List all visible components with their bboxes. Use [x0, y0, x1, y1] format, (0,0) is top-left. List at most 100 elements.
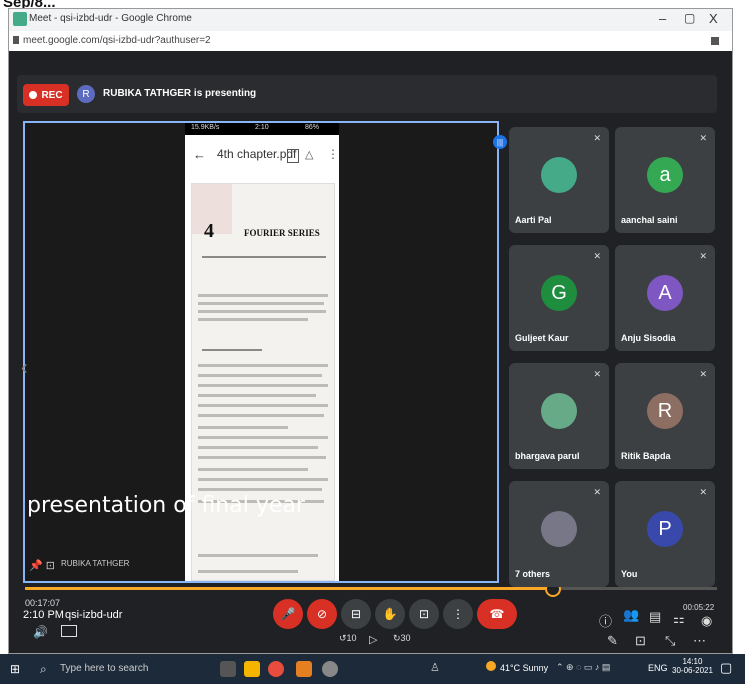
participant-tile[interactable]: ✕ Aarti Pal: [509, 127, 609, 233]
pin-icon[interactable]: 📌 ⊡: [29, 559, 55, 572]
participant-tile[interactable]: ✕ a aanchal saini: [615, 127, 715, 233]
mic-muted-icon: ✕: [593, 251, 601, 261]
office-icon[interactable]: [296, 661, 312, 677]
chapter-title: FOURIER SERIES: [244, 228, 320, 238]
participant-tile[interactable]: ✕ A Anju Sisodia: [615, 245, 715, 351]
mic-muted-icon: ✕: [699, 369, 707, 379]
speaking-indicator-icon: |||: [493, 135, 507, 149]
cast-icon[interactable]: [711, 37, 719, 45]
present-button[interactable]: ⊡: [409, 599, 439, 629]
video-progress-bar[interactable]: [25, 581, 717, 597]
person-icon[interactable]: ♙: [430, 661, 440, 674]
maximize-button[interactable]: ▢: [684, 11, 695, 25]
chat-icon[interactable]: ▤: [649, 609, 661, 625]
phone-time: 2:10: [255, 124, 269, 131]
top-strip: [0, 0, 745, 8]
mic-muted-icon: ✕: [699, 487, 707, 497]
mic-muted-icon: ✕: [593, 369, 601, 379]
notification-icon[interactable]: ▢: [720, 660, 732, 676]
presenter-avatar: R: [77, 85, 95, 103]
chevron-left-icon[interactable]: ‹: [21, 357, 28, 380]
volume-icon[interactable]: 🔊: [33, 625, 48, 639]
search-doc-icon: [287, 149, 299, 163]
windows-start-icon[interactable]: ⊞: [10, 662, 20, 676]
more-options-button[interactable]: ⋮: [443, 599, 473, 629]
taskbar: ⊞ ⌕ Type here to search ♙ 41°C Sunny ⌃ ⊕…: [0, 654, 745, 684]
language-indicator[interactable]: ENG: [648, 663, 668, 673]
skip-forward-button[interactable]: ↻30: [393, 633, 411, 644]
weather-icon: [486, 661, 496, 671]
progress-fill: [25, 587, 551, 590]
activities-icon[interactable]: ⚏: [673, 611, 685, 627]
mic-muted-icon: ✕: [699, 133, 707, 143]
app-icon[interactable]: [322, 661, 338, 677]
chapter-number: 4: [204, 220, 214, 242]
avatar: [541, 511, 577, 547]
participant-name: Guljeet Kaur: [515, 333, 569, 343]
participant-name: aanchal saini: [621, 215, 678, 225]
search-icon[interactable]: ⌕: [40, 662, 47, 677]
meet-favicon-icon: [13, 12, 27, 26]
time-total: 00:05:22: [683, 603, 715, 612]
taskbar-clock[interactable]: 14:10 30-06-2021: [672, 657, 713, 675]
pencil-icon[interactable]: ✎: [607, 633, 618, 649]
skip-back-label: 10: [346, 633, 357, 643]
avatar: A: [647, 275, 683, 311]
participant-name: Anju Sisodia: [621, 333, 676, 343]
raise-hand-button[interactable]: ✋: [375, 599, 405, 629]
participant-tile[interactable]: ✕ bhargava parul: [509, 363, 609, 469]
meeting-code[interactable]: qsi-izbd-udr: [65, 609, 122, 621]
network-speed: 15.9KB/s: [191, 124, 220, 131]
more-horiz-icon[interactable]: ⋯: [693, 633, 706, 649]
avatar: [541, 157, 577, 193]
chrome-icon[interactable]: [268, 661, 284, 677]
record-dot-icon: [29, 91, 38, 99]
mic-off-button[interactable]: 🎤: [273, 599, 303, 629]
recording-bar: REC R RUBIKA TATHGER is presenting: [17, 75, 717, 113]
avatar: R: [647, 393, 683, 429]
lock-settings-icon[interactable]: ◉: [701, 613, 712, 629]
captions-button[interactable]: ⊟: [341, 599, 371, 629]
presentation-pane[interactable]: ‹ 15.9KB/s 2:10 86% ← 4th chapter.pdf △ …: [21, 121, 507, 583]
participant-tile[interactable]: ✕ G Guljeet Kaur: [509, 245, 609, 351]
task-view-icon[interactable]: [220, 661, 236, 677]
drive-icon: △: [305, 149, 314, 161]
title-bar: Meet - qsi-izbd-udr - Google Chrome – ▢ …: [9, 9, 732, 31]
participant-tile[interactable]: ✕ P You: [615, 481, 715, 587]
meeting-clock: 2:10 PM: [23, 609, 64, 621]
weather-text[interactable]: 41°C Sunny: [500, 663, 548, 673]
play-button[interactable]: ▷: [369, 633, 377, 646]
fullscreen-exit-icon[interactable]: ⤡: [665, 633, 675, 649]
battery-level: 86%: [305, 124, 320, 131]
end-call-button[interactable]: ☎: [477, 599, 517, 629]
url-text[interactable]: meet.google.com/qsi-izbd-udr?authuser=2: [23, 35, 211, 46]
pdf-page: 4 FOURIER SERIES: [191, 183, 335, 581]
mic-muted-icon: ✕: [593, 133, 601, 143]
browser-window: Meet - qsi-izbd-udr - Google Chrome – ▢ …: [8, 8, 733, 654]
participant-tile[interactable]: ✕ 7 others: [509, 481, 609, 587]
close-button[interactable]: X: [709, 11, 718, 26]
rec-label: REC: [41, 89, 63, 101]
captions-icon[interactable]: [61, 625, 77, 637]
skip-forward-label: 30: [400, 633, 411, 643]
skip-back-button[interactable]: ↺10: [339, 633, 357, 644]
mic-muted-icon: ✕: [593, 487, 601, 497]
pdf-app-bar: ← 4th chapter.pdf △ ⋮: [185, 135, 339, 179]
tray-icons[interactable]: ⌃ ⊕ ◌ ▭ ♪ ▤: [556, 662, 610, 673]
participant-tile[interactable]: ✕ R Ritik Bapda: [615, 363, 715, 469]
caption-text: presentation of final year: [27, 493, 305, 518]
back-arrow-icon: ←: [193, 147, 206, 162]
info-icon[interactable]: ⓘ: [599, 611, 612, 630]
participant-name: bhargava parul: [515, 451, 580, 461]
address-bar[interactable]: meet.google.com/qsi-izbd-udr?authuser=2: [9, 31, 732, 52]
file-explorer-icon[interactable]: [244, 661, 260, 677]
screen-icon[interactable]: ⊡: [635, 633, 646, 649]
minimize-button[interactable]: –: [659, 11, 666, 26]
camera-off-button[interactable]: ⊘: [307, 599, 337, 629]
meet-area: REC R RUBIKA TATHGER is presenting ‹ 15.…: [9, 51, 732, 653]
taskbar-search-input[interactable]: Type here to search: [60, 663, 148, 674]
lock-icon[interactable]: [13, 36, 19, 44]
participant-name: Aarti Pal: [515, 215, 552, 225]
people-icon[interactable]: 👥: [623, 607, 639, 623]
rec-badge[interactable]: REC: [23, 84, 69, 106]
